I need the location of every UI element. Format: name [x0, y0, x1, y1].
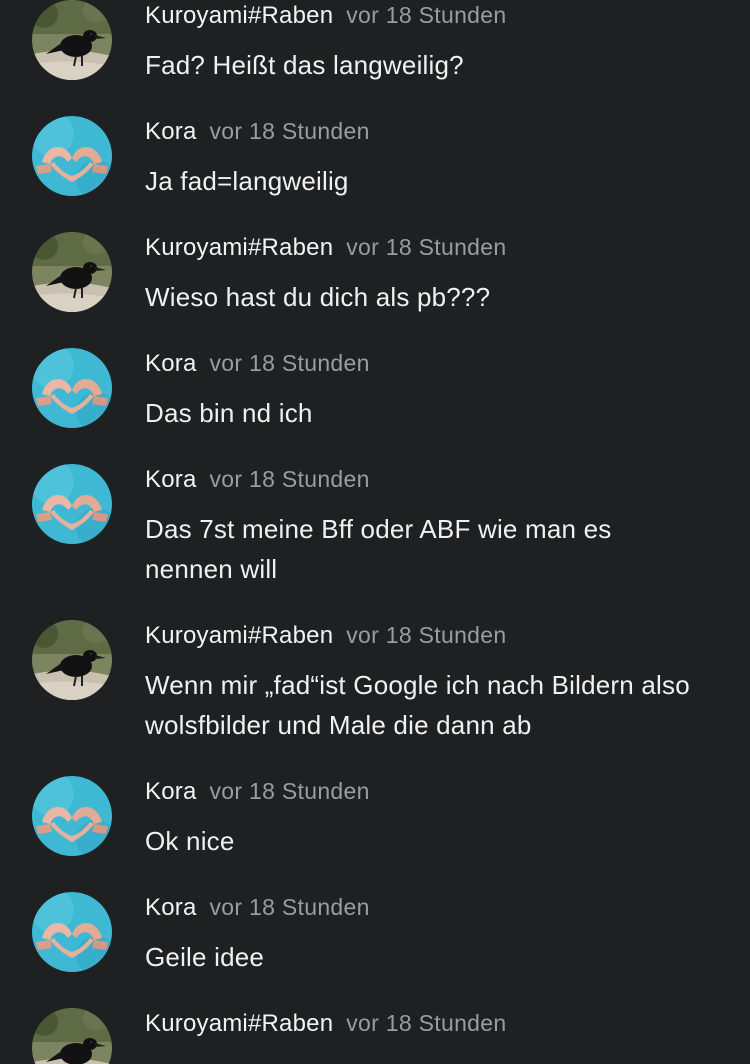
message-author[interactable]: Kuroyami#Raben — [145, 234, 333, 262]
message-author[interactable]: Kora — [145, 778, 197, 806]
message-timestamp: vor 18 Stunden — [209, 778, 370, 804]
message-text: Wieso hast du dich als pb??? — [145, 282, 491, 312]
message-timestamp: vor 18 Stunden — [346, 2, 507, 28]
message-timestamp: vor 18 Stunden — [209, 118, 370, 144]
raven-avatar[interactable] — [32, 0, 112, 80]
message-author[interactable]: Kuroyami#Raben — [145, 622, 333, 650]
heart-hands-avatar[interactable] — [32, 776, 112, 856]
raven-avatar[interactable] — [32, 620, 112, 700]
message-text: Fad? Heißt das langweilig? — [145, 50, 464, 80]
message-text: Wenn mir „fad“ist Google ich nach Bilder… — [145, 670, 690, 740]
message-author[interactable]: Kuroyami#Raben — [145, 2, 333, 30]
message-author[interactable]: Kora — [145, 118, 197, 146]
message-timestamp: vor 18 Stunden — [209, 894, 370, 920]
message-text: Das bin nd ich — [145, 398, 313, 428]
message-author[interactable]: Kuroyami#Raben — [145, 1010, 333, 1038]
message-timestamp: vor 18 Stunden — [346, 1010, 507, 1036]
message-author[interactable]: Kora — [145, 350, 197, 378]
raven-avatar[interactable] — [32, 1008, 112, 1064]
message-timestamp: vor 18 Stunden — [346, 234, 507, 260]
message-text: Ok nice — [145, 826, 235, 856]
heart-hands-avatar[interactable] — [32, 464, 112, 544]
heart-hands-avatar[interactable] — [32, 116, 112, 196]
message-timestamp: vor 18 Stunden — [209, 466, 370, 492]
message-text — [145, 1053, 725, 1064]
raven-avatar[interactable] — [32, 232, 112, 312]
message-text: Das 7st meine Bff oder ABF wie man es ne… — [145, 514, 612, 584]
heart-hands-avatar[interactable] — [32, 348, 112, 428]
message-timestamp: vor 18 Stunden — [209, 350, 370, 376]
heart-hands-avatar[interactable] — [32, 892, 112, 972]
message-author[interactable]: Kora — [145, 894, 197, 922]
message-timestamp: vor 18 Stunden — [346, 622, 507, 648]
message-author[interactable]: Kora — [145, 466, 197, 494]
message-text: Geile idee — [145, 942, 265, 972]
message-text: Ja fad=langweilig — [145, 166, 349, 196]
